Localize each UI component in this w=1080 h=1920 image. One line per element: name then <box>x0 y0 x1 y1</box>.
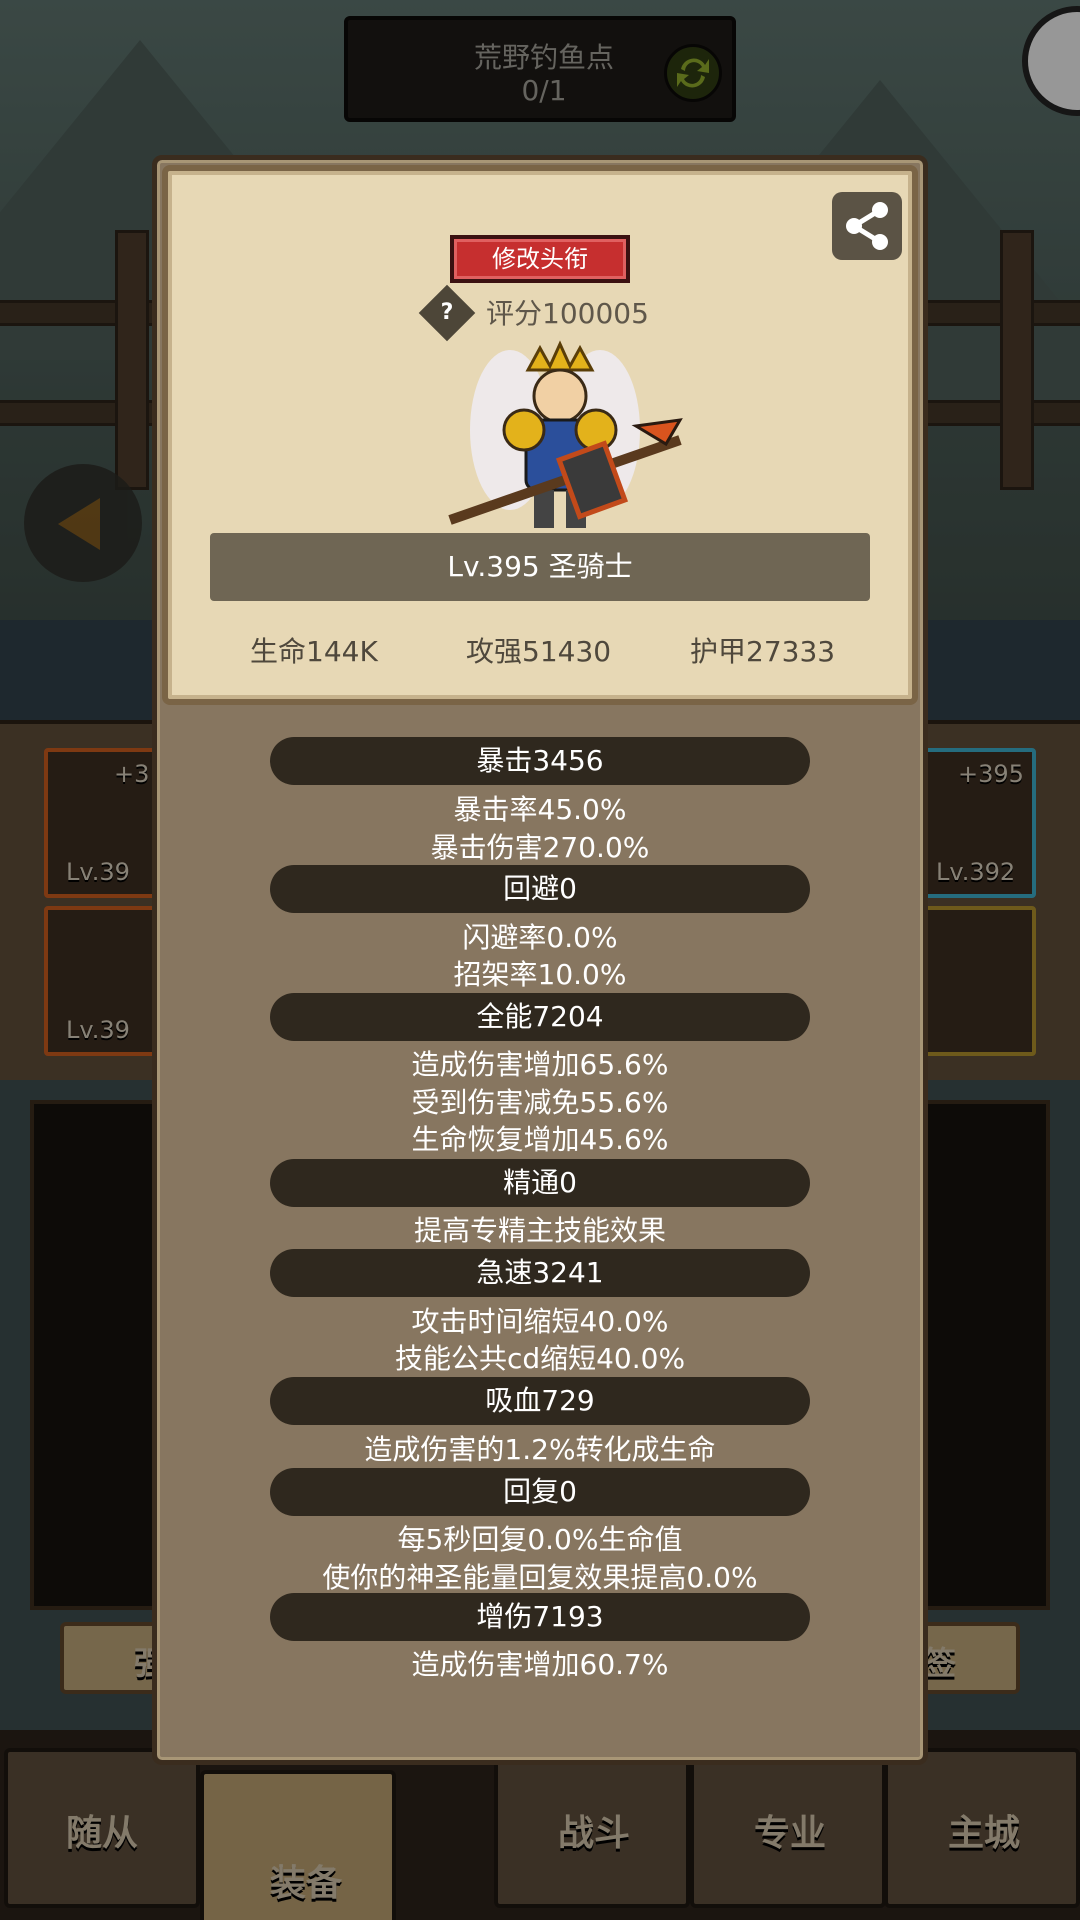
share-button[interactable] <box>832 192 902 260</box>
stat-line: 暴击率45.0% <box>453 793 627 826</box>
stat-banner-label: 全能7204 <box>476 1000 604 1033</box>
stat-line: 受到伤害减免55.6% <box>411 1086 669 1119</box>
question-mark-icon: ? <box>440 300 454 325</box>
stat-line: 造成伤害增加60.7% <box>411 1648 669 1681</box>
stat-line: 使你的神圣能量回复效果提高0.0% <box>322 1561 758 1594</box>
stat-banner-mastery: 精通0 <box>270 1159 810 1207</box>
score-text: 评分100005 <box>486 297 649 330</box>
level-class-text: Lv.395 圣骑士 <box>447 550 633 583</box>
stat-line: 技能公共cd缩短40.0% <box>394 1342 686 1375</box>
stat-banner-avoidance: 回避0 <box>270 865 810 913</box>
stat-line: 攻击时间缩短40.0% <box>411 1305 669 1338</box>
stat-hp: 生命144K <box>250 635 378 668</box>
stat-banner-regen: 回复0 <box>270 1468 810 1516</box>
stat-line: 造成伤害的1.2%转化成生命 <box>364 1433 716 1466</box>
stat-armor: 护甲27333 <box>690 635 836 668</box>
stat-line: 暴击伤害270.0% <box>430 831 650 864</box>
stat-attack: 攻强51430 <box>466 635 612 668</box>
stat-line: 闪避率0.0% <box>462 921 618 954</box>
hero-avatar <box>448 340 683 528</box>
stat-line: 生命恢复增加45.6% <box>411 1123 669 1156</box>
stat-banner-label: 精通0 <box>503 1166 577 1199</box>
stat-banner-label: 暴击3456 <box>476 744 604 777</box>
stat-line: 每5秒回复0.0%生命值 <box>397 1523 683 1556</box>
stat-banner-label: 吸血729 <box>485 1384 595 1417</box>
change-title-button[interactable]: 修改头衔 <box>450 235 630 283</box>
stat-line: 招架率10.0% <box>453 958 627 991</box>
stat-banner-lifesteal: 吸血729 <box>270 1377 810 1425</box>
level-class-bar: Lv.395 圣骑士 <box>210 533 870 601</box>
stat-line: 造成伤害增加65.6% <box>411 1048 669 1081</box>
stat-banner-haste: 急速3241 <box>270 1249 810 1297</box>
stat-banner-label: 回复0 <box>503 1475 577 1508</box>
change-title-label: 修改头衔 <box>492 245 588 273</box>
stat-banner-crit: 暴击3456 <box>270 737 810 785</box>
stat-banner-damage-bonus: 增伤7193 <box>270 1593 810 1641</box>
stat-banner-label: 增伤7193 <box>476 1600 604 1633</box>
stat-line: 提高专精主技能效果 <box>413 1214 666 1247</box>
stat-banner-label: 回避0 <box>503 872 577 905</box>
stat-banner-versatility: 全能7204 <box>270 993 810 1041</box>
stat-banner-label: 急速3241 <box>476 1256 604 1289</box>
share-icon <box>846 202 888 250</box>
